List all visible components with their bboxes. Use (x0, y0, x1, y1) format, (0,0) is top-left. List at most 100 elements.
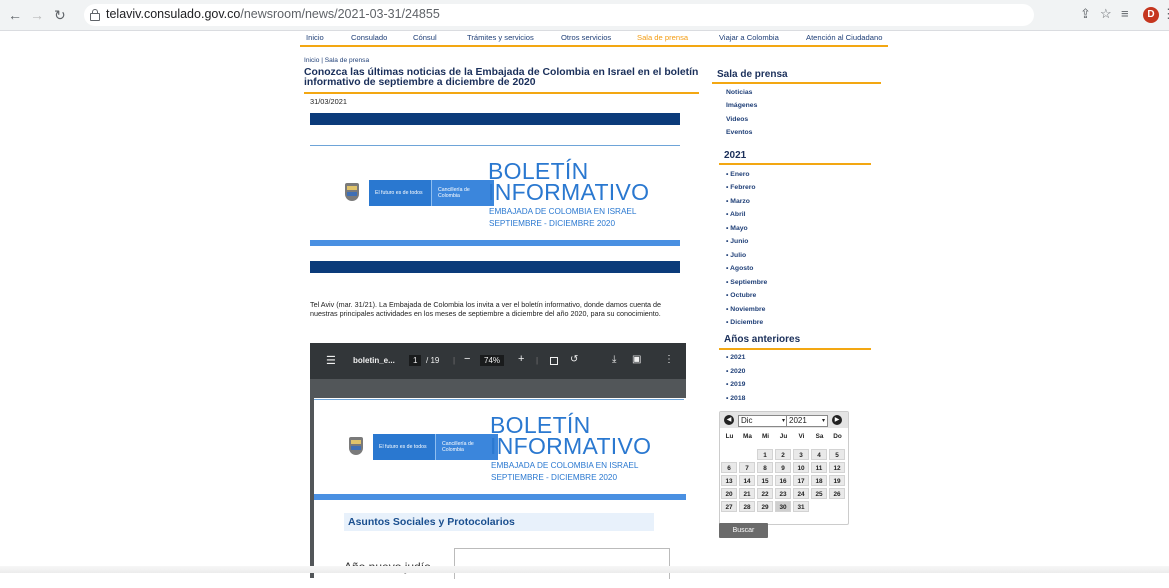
calendar-day[interactable]: 9 (775, 462, 791, 473)
toolbar-separator: | (453, 356, 456, 365)
month-link-septiembre[interactable]: Septiembre (726, 279, 767, 286)
pdf-light-bar (314, 494, 686, 500)
rotate-icon[interactable]: ↺ (570, 354, 578, 365)
calendar-day[interactable]: 10 (793, 462, 809, 473)
back-icon[interactable]: ← (8, 6, 22, 24)
month-link-febrero[interactable]: Febrero (726, 184, 755, 191)
calendar-day[interactable]: 6 (721, 462, 737, 473)
nav-item-consulado[interactable]: Consulado (351, 33, 387, 42)
nav-item-tramites[interactable]: Trámites y servicios (467, 33, 534, 42)
calendar-day[interactable]: 17 (793, 475, 809, 486)
year-select[interactable]: 2021 ▾ (786, 415, 828, 427)
toolbar-separator: | (536, 356, 539, 365)
calendar-day[interactable]: 18 (811, 475, 827, 486)
calendar-day[interactable]: 3 (793, 449, 809, 460)
sidebar-link-eventos[interactable]: Eventos (726, 129, 752, 136)
pdf-rule (314, 399, 684, 400)
calendar-day[interactable]: 23 (775, 488, 791, 499)
month-link-octubre[interactable]: Octubre (726, 292, 756, 299)
pdf-more-icon[interactable]: ⋮ (664, 354, 674, 365)
share-icon[interactable]: ⇪ (1080, 6, 1091, 22)
month-link-junio[interactable]: Junio (726, 238, 748, 245)
calendar-day[interactable]: 7 (739, 462, 755, 473)
weekday-label: Do (833, 433, 842, 440)
calendar-day[interactable]: 12 (829, 462, 845, 473)
nav-item-sala-de-prensa[interactable]: Sala de prensa (637, 33, 688, 42)
calendar-day[interactable]: 21 (739, 488, 755, 499)
month-link-agosto[interactable]: Agosto (726, 265, 753, 272)
previous-years-line (719, 348, 871, 350)
bookmark-star-icon[interactable]: ☆ (1100, 6, 1112, 22)
nav-item-atencion[interactable]: Atención al Ciudadano (806, 33, 882, 42)
url-text: telaviv.consulado.gov.co/newsroom/news/2… (106, 7, 440, 21)
forward-icon[interactable]: → (30, 6, 44, 24)
calendar-day[interactable]: 28 (739, 501, 755, 512)
pdf-page-input[interactable]: 1 (409, 355, 422, 366)
calendar-day[interactable]: 22 (757, 488, 773, 499)
sidebar-link-videos[interactable]: Videos (726, 116, 748, 123)
month-link-mayo[interactable]: Mayo (726, 225, 747, 232)
profile-avatar[interactable]: D (1143, 7, 1159, 23)
calendar-day[interactable]: 16 (775, 475, 791, 486)
calendar-day[interactable]: 25 (811, 488, 827, 499)
nav-item-consul[interactable]: Cónsul (413, 33, 437, 42)
zoom-in-icon[interactable]: + (518, 353, 524, 365)
month-link-julio[interactable]: Julio (726, 252, 746, 259)
calendar-day[interactable]: 30 (775, 501, 791, 512)
year-link-2020[interactable]: 2020 (726, 368, 745, 375)
calendar-day[interactable]: 24 (793, 488, 809, 499)
calendar-day[interactable]: 15 (757, 475, 773, 486)
month-link-noviembre[interactable]: Noviembre (726, 306, 765, 313)
calendar-day[interactable]: 8 (757, 462, 773, 473)
year-link-2019[interactable]: 2019 (726, 381, 745, 388)
nav-item-viajar[interactable]: Viajar a Colombia (719, 33, 779, 42)
zoom-out-icon[interactable]: − (464, 353, 470, 365)
year-link-2018[interactable]: 2018 (726, 395, 745, 402)
calendar-day[interactable]: 5 (829, 449, 845, 460)
pdf-section-box: Asuntos Sociales y Protocolarios (344, 513, 654, 531)
calendar-day[interactable]: 31 (793, 501, 809, 512)
breadcrumb[interactable]: Inicio | Sala de prensa (304, 57, 369, 64)
prev-month-icon[interactable]: ◀ (724, 415, 734, 425)
month-link-marzo[interactable]: Marzo (726, 198, 750, 205)
address-bar[interactable]: telaviv.consulado.gov.co/newsroom/news/2… (84, 4, 1034, 26)
reload-icon[interactable]: ↻ (54, 6, 66, 24)
weekday-label: Lu (725, 433, 734, 440)
pdf-viewer[interactable]: ☰ boletin_e... 1 / 19 | − 74% + | ↺ ⤓ ▣ … (310, 343, 686, 588)
calendar-day[interactable]: 4 (811, 449, 827, 460)
search-button[interactable]: Buscar (719, 523, 768, 538)
month-link-enero[interactable]: Enero (726, 171, 749, 178)
fit-page-icon[interactable] (550, 357, 558, 365)
year-link-2021[interactable]: 2021 (726, 354, 745, 361)
calendar-day[interactable]: 14 (739, 475, 755, 486)
calendar-day[interactable]: 26 (829, 488, 845, 499)
pdf-menu-icon[interactable]: ☰ (326, 354, 336, 367)
pdf-frame (454, 548, 670, 579)
sidebar-link-imagenes[interactable]: Imágenes (726, 102, 757, 109)
next-month-icon[interactable]: ▶ (832, 415, 842, 425)
banner-subtitle-2: SEPTIEMBRE - DICIEMBRE 2020 (489, 219, 616, 228)
calendar-day[interactable]: 1 (757, 449, 773, 460)
month-link-diciembre[interactable]: Diciembre (726, 319, 763, 326)
calendar-day[interactable]: 19 (829, 475, 845, 486)
calendar-day[interactable]: 27 (721, 501, 737, 512)
sidebar-link-noticias[interactable]: Noticias (726, 89, 752, 96)
nav-item-inicio[interactable]: Inicio (306, 33, 324, 42)
calendar-day[interactable]: 20 (721, 488, 737, 499)
calendar-day[interactable]: 29 (757, 501, 773, 512)
reading-list-icon[interactable]: ≡ (1121, 6, 1129, 21)
calendar-day[interactable]: 13 (721, 475, 737, 486)
sidebar-heading: Sala de prensa (717, 69, 788, 80)
year-heading-line (719, 163, 871, 165)
menu-dots-icon[interactable]: ⋮ (1162, 6, 1169, 22)
logo-right-text: Cancillería de Colombia (431, 180, 494, 206)
print-icon[interactable]: ▣ (632, 354, 641, 365)
month-link-abril[interactable]: Abril (726, 211, 745, 218)
pdf-zoom-level[interactable]: 74% (480, 355, 505, 366)
month-select[interactable]: Dic ▾ (738, 415, 788, 427)
page-title: Conozca las últimas noticias de la Embaj… (304, 67, 699, 88)
calendar-day[interactable]: 2 (775, 449, 791, 460)
download-icon[interactable]: ⤓ (612, 354, 616, 365)
calendar-day[interactable]: 11 (811, 462, 827, 473)
nav-item-otros-servicios[interactable]: Otros servicios (561, 33, 611, 42)
